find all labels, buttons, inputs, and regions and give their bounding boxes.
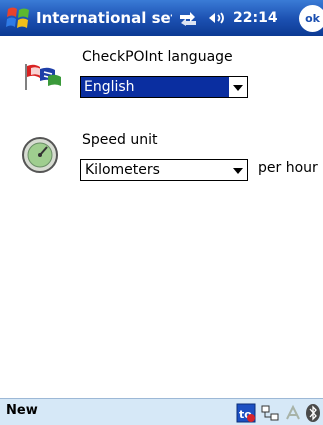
speedometer-icon — [22, 137, 58, 173]
per-hour-label: per hour — [258, 160, 318, 176]
connectivity-icon[interactable] — [178, 9, 198, 27]
clock[interactable]: 22:14 — [233, 7, 278, 29]
connection-icon[interactable] — [283, 403, 303, 423]
network-icon[interactable] — [260, 403, 280, 423]
windows-flag-icon[interactable] — [2, 2, 34, 34]
chevron-down-icon[interactable] — [233, 85, 243, 91]
new-button[interactable]: New — [6, 403, 38, 418]
chevron-down-icon[interactable] — [233, 168, 243, 174]
speed-unit-label: Speed unit — [82, 132, 158, 148]
title-bar: International setti 22:14 ok — [0, 0, 323, 36]
window-title: International setti — [36, 9, 172, 27]
speed-unit-dropdown[interactable]: Kilometers — [80, 159, 248, 181]
todo-icon[interactable]: to — [236, 403, 256, 423]
speaker-icon[interactable] — [205, 9, 229, 27]
language-selected-value: English — [81, 77, 229, 97]
bluetooth-icon[interactable] — [303, 403, 323, 423]
ok-button[interactable]: ok — [299, 5, 323, 32]
flags-icon — [25, 64, 61, 90]
menu-bar: New to — [0, 398, 323, 425]
language-dropdown[interactable]: English — [80, 76, 248, 98]
language-label: CheckPOInt language — [82, 49, 233, 65]
speed-unit-selected-value: Kilometers — [85, 162, 160, 178]
